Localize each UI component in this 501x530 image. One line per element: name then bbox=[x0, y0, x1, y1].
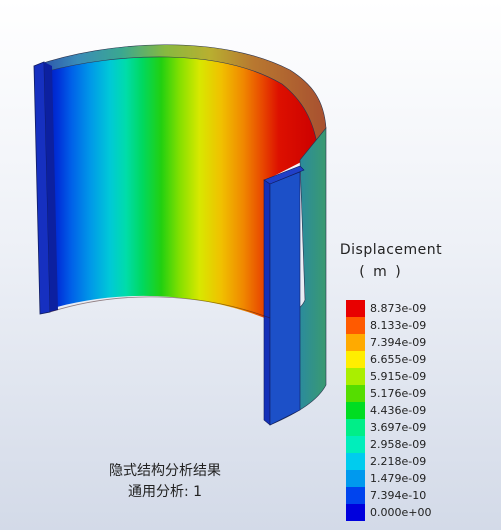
legend-swatch bbox=[346, 368, 365, 385]
legend-value: 7.394e-10 bbox=[370, 489, 427, 502]
legend-value: 2.218e-09 bbox=[370, 455, 427, 468]
legend-swatch bbox=[346, 402, 365, 419]
legend-value: 5.915e-09 bbox=[370, 370, 427, 383]
legend-swatch bbox=[346, 470, 365, 487]
result-caption: 隐式结构分析结果 通用分析: 1 bbox=[95, 461, 235, 503]
legend-title: Displacement bbox=[339, 242, 443, 258]
right-cut-wall bbox=[263, 179, 271, 426]
legend-value: 1.479e-09 bbox=[370, 472, 427, 485]
legend-value: 8.873e-09 bbox=[370, 302, 427, 315]
legend-value: 5.176e-09 bbox=[370, 387, 427, 400]
caption-title: 隐式结构分析结果 bbox=[109, 463, 221, 479]
legend-swatch bbox=[346, 487, 365, 504]
legend-swatch bbox=[346, 300, 365, 317]
legend-value: 3.697e-09 bbox=[370, 421, 427, 434]
legend-swatch bbox=[346, 385, 365, 402]
legend-swatch bbox=[346, 317, 365, 334]
legend-value: 0.000e+00 bbox=[370, 506, 432, 519]
legend-swatch bbox=[346, 334, 365, 351]
legend-swatch bbox=[346, 504, 365, 521]
legend-swatch bbox=[346, 436, 365, 453]
legend-swatch bbox=[346, 419, 365, 436]
right-cut-wall-outer bbox=[269, 171, 301, 426]
legend-value: 8.133e-09 bbox=[370, 319, 427, 332]
legend-unit: ( m ) bbox=[359, 264, 403, 280]
legend-swatch bbox=[346, 453, 365, 470]
legend-value: 6.655e-09 bbox=[370, 353, 427, 366]
legend-value: 7.394e-09 bbox=[370, 336, 427, 349]
legend-value: 2.958e-09 bbox=[370, 438, 427, 451]
caption-analysis: 通用分析: 1 bbox=[127, 484, 203, 500]
legend-value: 4.436e-09 bbox=[370, 404, 427, 417]
legend-swatch bbox=[346, 351, 365, 368]
